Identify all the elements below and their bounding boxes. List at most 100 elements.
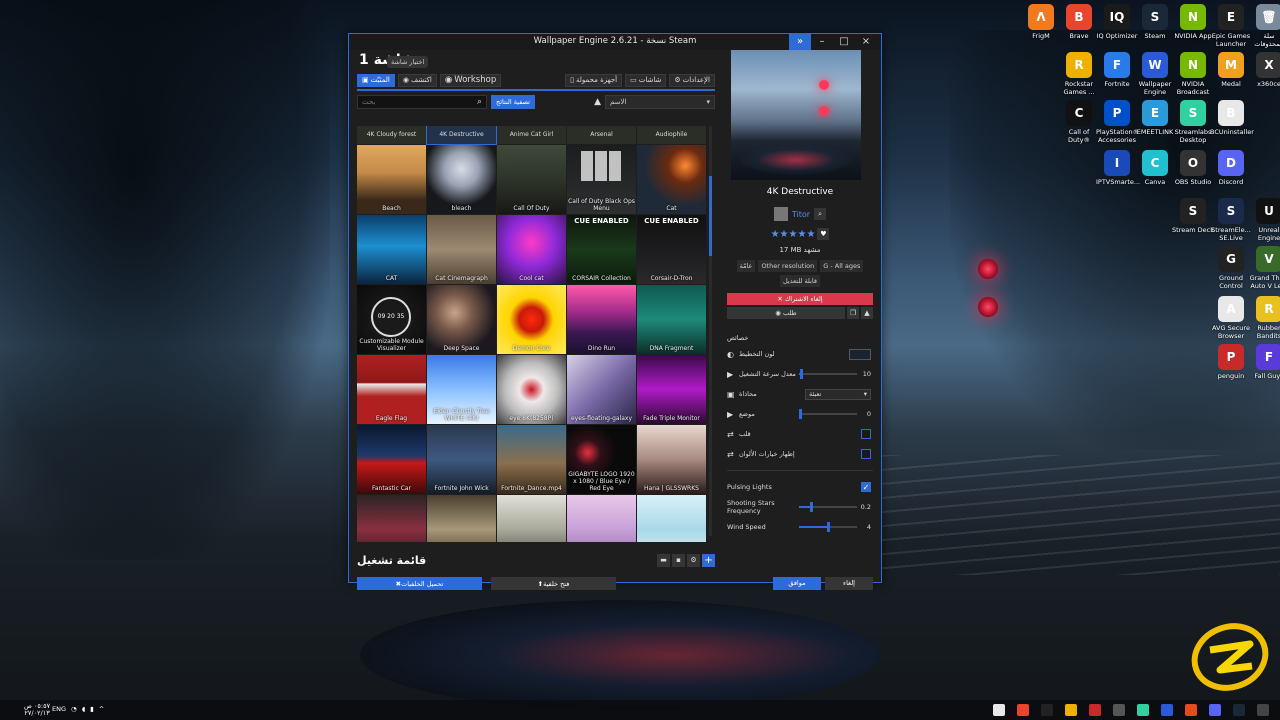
slider-handle[interactable] xyxy=(826,522,830,532)
heart-icon[interactable]: ♥ xyxy=(817,228,830,240)
wallpaper-tile[interactable]: Fantastic Car xyxy=(357,425,426,494)
chevron-up-icon[interactable]: ^ xyxy=(99,705,104,713)
minimize-button[interactable]: – xyxy=(811,34,833,50)
copy-icon[interactable]: ❐ xyxy=(847,307,859,319)
desktop-shortcut[interactable]: R Rubber Bandits xyxy=(1248,296,1280,340)
property-slider[interactable] xyxy=(799,369,857,379)
sort-direction-icon[interactable]: ▲ xyxy=(594,97,601,107)
wallpaper-tile[interactable]: CAT xyxy=(357,215,426,284)
wallpaper-tile[interactable]: Fortnite_Dance.mp4 xyxy=(497,425,566,494)
scrollbar-thumb[interactable] xyxy=(709,176,712,256)
grid-header-cell[interactable]: 4K Cloudy forest xyxy=(357,126,426,144)
wallpaper-tile[interactable]: Deep Space xyxy=(427,285,496,354)
taskbar-file-icon[interactable] xyxy=(993,704,1005,716)
tab-mobile-devices[interactable]: ▯ أجهزة محمولة xyxy=(565,73,623,87)
choose-screen-button[interactable]: اختيار شاشة xyxy=(387,56,429,68)
wallpaper-tile[interactable]: 09 20 35 Customizable Module Visualizer xyxy=(357,285,426,354)
close-button[interactable]: × xyxy=(855,34,877,50)
expand-icon[interactable]: » xyxy=(789,34,811,50)
wallpaper-tile[interactable]: Fortnite John Wick xyxy=(427,425,496,494)
taskbar-discord-icon[interactable] xyxy=(1209,704,1221,716)
gear-small-icon[interactable]: ⚙ xyxy=(687,553,700,567)
desktop-shortcut[interactable]: IQ IQ Optimizer xyxy=(1096,4,1138,40)
desktop-shortcut[interactable]: I IPTVSmarte... xyxy=(1096,150,1140,186)
tab-discover[interactable]: ◉ اكتشف xyxy=(397,73,437,87)
grid-header-cell[interactable]: Anime Cat Girl xyxy=(497,126,566,144)
tab-workshop[interactable]: ◉ Workshop xyxy=(439,73,502,87)
desktop-shortcut[interactable]: N NVIDIA Broadcast xyxy=(1172,52,1214,96)
wallpaper-tile[interactable]: CUE ENABLED CORSAIR Collection xyxy=(567,215,636,284)
desktop-shortcut[interactable]: P PlayStation® Accessories xyxy=(1096,100,1139,144)
wallpaper-tile[interactable]: Elden Ghostly Tree WHITE (4K) xyxy=(427,355,496,424)
mic-icon[interactable]: ▮ xyxy=(90,705,94,713)
grid-header-cell[interactable]: Audiophile xyxy=(637,126,706,144)
taskbar-epic-icon[interactable] xyxy=(1041,704,1053,716)
wallpaper-tile[interactable]: Call Of Duty xyxy=(497,145,566,214)
desktop-shortcut[interactable]: U Unreal Engine xyxy=(1248,198,1280,242)
wallpaper-tile[interactable] xyxy=(427,495,496,542)
wallpaper-tile[interactable]: GIGABYTE LOGO 1920 x 1080 / Blue Eye / R… xyxy=(567,425,636,494)
grid-scrollbar[interactable] xyxy=(709,126,712,536)
tab-installed[interactable]: ▣ المثبّت xyxy=(357,73,395,87)
desktop-shortcut[interactable]: E Epic Games Launcher xyxy=(1210,4,1252,48)
taskbar-brave-icon[interactable] xyxy=(1017,704,1029,716)
desktop-shortcut[interactable]: A AVG Secure Browser xyxy=(1210,296,1252,340)
desktop-shortcut[interactable]: C Canva xyxy=(1134,150,1176,186)
unsubscribe-button[interactable]: ✕ إلغاء الاشتراك xyxy=(727,293,873,305)
desktop-shortcut[interactable]: W Wallpaper Engine xyxy=(1134,52,1176,96)
desktop-shortcut[interactable]: R Rockstar Games ... xyxy=(1058,52,1100,96)
save-icon[interactable]: ▪ xyxy=(672,553,685,567)
tab-settings[interactable]: ⚙ الإعدادات xyxy=(669,73,715,87)
desktop-shortcut[interactable]: 🗑 سلة المحذوفات xyxy=(1248,4,1280,48)
tag-chip[interactable]: G - All ages xyxy=(820,260,864,272)
desktop-shortcut[interactable]: B Brave xyxy=(1058,4,1100,40)
wallpaper-tile[interactable]: DNA Fragment xyxy=(637,285,706,354)
open-wallpaper-button[interactable]: ⬆ فتح خلفية xyxy=(491,577,616,590)
wallpaper-tile[interactable]: Call of Duty Black Ops Menu xyxy=(567,145,636,214)
filter-results-button[interactable]: تصفية النتائج xyxy=(491,95,535,109)
desktop-shortcut[interactable]: F Fall Guys xyxy=(1248,344,1280,380)
taskbar-start-icon[interactable] xyxy=(1257,704,1269,716)
slider-handle[interactable] xyxy=(799,409,802,419)
tag-chip[interactable]: قابلة للتعديل xyxy=(780,275,820,287)
wallpaper-tile[interactable]: eye 8K(8258P) xyxy=(497,355,566,424)
wallpaper-tile[interactable] xyxy=(497,495,566,542)
grid-header-cell[interactable]: 4K Destructive xyxy=(426,126,497,145)
property-checkbox[interactable]: ✓ xyxy=(861,482,871,492)
taskbar-rockstar-icon[interactable] xyxy=(1065,704,1077,716)
wallpaper-tile[interactable]: bleach xyxy=(427,145,496,214)
wallpaper-tile[interactable]: Fade Triple Monitor xyxy=(637,355,706,424)
wallpaper-tile[interactable]: eyes-floating-galaxy xyxy=(567,355,636,424)
desktop-shortcut[interactable]: V Grand Theft Auto V Le... xyxy=(1248,246,1280,290)
wallpaper-tile[interactable]: Beach xyxy=(357,145,426,214)
tab-screens[interactable]: ▭ شاشات xyxy=(625,73,667,87)
taskbar-app-icon[interactable] xyxy=(1089,704,1101,716)
folder-icon[interactable]: ▬ xyxy=(657,553,670,567)
alignment-select[interactable]: تعبئة ▾ xyxy=(805,388,871,400)
author-link[interactable]: Titor xyxy=(792,210,810,219)
taskbar-app2-icon[interactable] xyxy=(1113,704,1125,716)
warning-icon[interactable]: ▲ xyxy=(861,307,873,319)
language-indicator[interactable]: ENG xyxy=(52,705,66,713)
wallpaper-tile[interactable] xyxy=(357,495,426,542)
sort-select[interactable]: الاسم ▾ xyxy=(605,95,715,109)
desktop-shortcut[interactable]: S Stream Deck xyxy=(1172,198,1214,234)
desktop-shortcut[interactable]: B BCUninstaller xyxy=(1210,100,1254,136)
wallpaper-tile[interactable] xyxy=(637,495,706,542)
property-slider[interactable] xyxy=(799,522,857,532)
wallpaper-tile[interactable]: Hana | GLSSWRKS xyxy=(637,425,706,494)
taskbar-wallpaper-engine-icon[interactable] xyxy=(1161,704,1173,716)
grid-header-cell[interactable]: Arsenal xyxy=(567,126,636,144)
system-clock[interactable]: ٠٥:٥٧ ص ٢٧/٠٢/١٣ xyxy=(24,703,50,717)
desktop-shortcut[interactable]: E EMEETLINK xyxy=(1134,100,1176,136)
search-author-icon[interactable]: ⌕ xyxy=(814,208,827,220)
desktop-shortcut[interactable]: C Call of Duty® xyxy=(1058,100,1100,144)
desktop-shortcut[interactable]: M Medal xyxy=(1210,52,1252,88)
wallpaper-tile[interactable]: CUE ENABLED Corsair-D-Tron xyxy=(637,215,706,284)
volume-icon[interactable]: ◖ xyxy=(82,705,85,713)
slider-handle[interactable] xyxy=(810,502,813,512)
cancel-button[interactable]: إلغاء xyxy=(825,577,873,590)
tag-chip[interactable]: عامّة xyxy=(736,260,756,272)
title-bar[interactable]: Wallpaper Engine 2.6.21 - نسخة Steam » –… xyxy=(349,34,881,50)
desktop-shortcut[interactable]: O OBS Studio xyxy=(1172,150,1214,186)
